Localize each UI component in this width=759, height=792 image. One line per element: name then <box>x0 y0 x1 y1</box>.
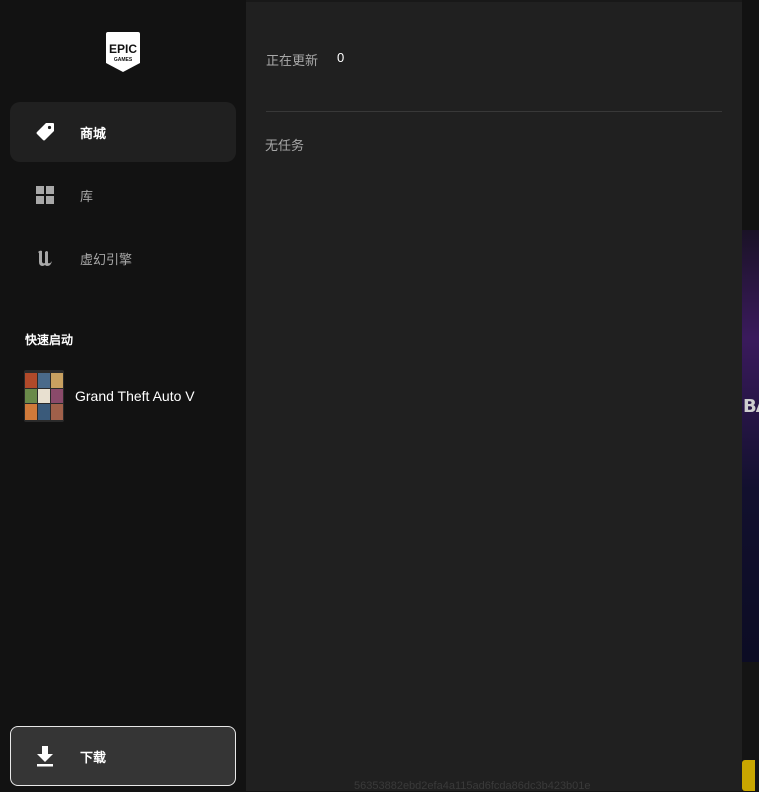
grid-icon <box>34 184 56 206</box>
downloads-button-label: 下载 <box>80 751 107 766</box>
unreal-engine-icon <box>34 247 56 269</box>
sidebar-item-label: 商城 <box>80 126 107 142</box>
sidebar: EPIC GAMES 商城 库 虚幻引擎 快速启动 Grand Theft Au… <box>0 0 246 791</box>
quick-launch-item[interactable]: Grand Theft Auto V <box>24 370 234 422</box>
updating-label: 正在更新 <box>266 54 319 69</box>
empty-queue-text: 无任务 <box>265 139 305 154</box>
game-cover-thumbnail <box>24 370 64 422</box>
downloads-button[interactable]: 下载 <box>10 726 236 786</box>
sidebar-item-library[interactable]: 库 <box>10 165 236 225</box>
sidebar-item-label: 虚幻引擎 <box>80 252 133 268</box>
logo-text-epic: EPIC <box>109 42 137 56</box>
updating-count: 0 <box>337 50 345 65</box>
sidebar-item-label: 库 <box>80 189 94 205</box>
game-title: Grand Theft Auto V <box>75 388 195 404</box>
logo-text-games: GAMES <box>114 57 133 63</box>
epic-games-logo[interactable]: EPIC GAMES <box>106 32 140 72</box>
downloads-panel: 正在更新 0 无任务 56353882ebd2efa4a115ad6fcda86… <box>246 0 742 792</box>
sidebar-item-store[interactable]: 商城 <box>10 102 236 162</box>
store-backdrop: BA <box>742 0 759 791</box>
divider <box>266 111 722 112</box>
hero-banner <box>742 230 759 662</box>
yellow-button-edge[interactable] <box>742 760 755 791</box>
build-hash: 56353882ebd2efa4a115ad6fcda86dc3b423b01e <box>354 780 591 792</box>
download-arrow-icon <box>34 745 56 767</box>
sidebar-item-unreal-engine[interactable]: 虚幻引擎 <box>10 228 236 288</box>
tag-icon <box>34 121 56 143</box>
quick-launch-title: 快速启动 <box>25 333 74 347</box>
hero-text: BA <box>743 396 759 417</box>
